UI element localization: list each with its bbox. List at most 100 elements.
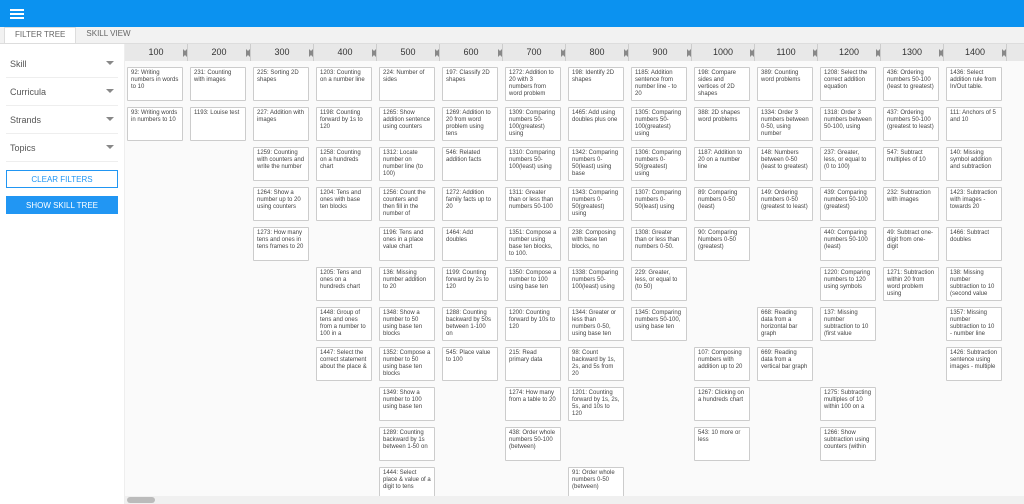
skill-node[interactable]: 1275: Subtracting multiples of 10 within…: [820, 387, 876, 421]
skill-node[interactable]: 1269: Addition to 20 from word problem u…: [442, 107, 498, 141]
canvas[interactable]: 1002003004005006007008009001000110012001…: [125, 44, 1024, 504]
skill-node[interactable]: 89: Comparing numbers 0-50 (least): [694, 187, 750, 221]
skill-node[interactable]: 1204: Tens and ones with base ten blocks: [316, 187, 372, 221]
skill-node[interactable]: 136: Missing number addition to 20: [379, 267, 435, 301]
skill-node[interactable]: 1307: Comparing numbers 0-50(least) usin…: [631, 187, 687, 221]
skill-node[interactable]: 224: Number of sides: [379, 67, 435, 101]
skill-node[interactable]: 1264: Show a number up to 20 using count…: [253, 187, 309, 221]
skill-node[interactable]: 669: Reading data from a vertical bar gr…: [757, 347, 813, 381]
skill-node[interactable]: 1334: Order 3 numbers between 0-50, usin…: [757, 107, 813, 141]
filter-strands[interactable]: Strands: [6, 106, 118, 134]
skill-node[interactable]: 1267: Clicking on a hundreds chart: [694, 387, 750, 421]
skill-node[interactable]: 1349: Show a number to 100 using base te…: [379, 387, 435, 421]
ruler-tick[interactable]: 500: [377, 44, 440, 61]
skill-node[interactable]: 546: Related addition facts: [442, 147, 498, 181]
skill-node[interactable]: 1350: Compose a number to 100 using base…: [505, 267, 561, 301]
skill-node[interactable]: 1305: Comparing numbers 50-100(greatest)…: [631, 107, 687, 141]
ruler-tick[interactable]: 400: [314, 44, 377, 61]
ruler-tick[interactable]: 100: [125, 44, 188, 61]
skill-node[interactable]: 547: Subtract multiples of 10: [883, 147, 939, 181]
ruler-tick[interactable]: 1400: [944, 44, 1007, 61]
skill-node[interactable]: 225: Sorting 2D shapes: [253, 67, 309, 101]
skill-node[interactable]: 1342: Comparing numbers 0-50(least) usin…: [568, 147, 624, 181]
skill-node[interactable]: 1259: Counting with counters and write t…: [253, 147, 309, 181]
skill-node[interactable]: 137: Missing number subtraction to 10 (f…: [820, 307, 876, 341]
skill-node[interactable]: 229: Greater, less, or equal to (to 50): [631, 267, 687, 301]
menu-icon[interactable]: [10, 7, 24, 21]
skill-node[interactable]: 1318: Order 3 numbers between 50-100, us…: [820, 107, 876, 141]
skill-node[interactable]: 440: Comparing numbers 50-100 (least): [820, 227, 876, 261]
skill-node[interactable]: 1351: Compose a number using base ten bl…: [505, 227, 561, 261]
skill-node[interactable]: 389: Counting word problems: [757, 67, 813, 101]
tab-filter-tree[interactable]: FILTER TREE: [4, 27, 76, 43]
skill-node[interactable]: 1344: Greater or less than numbers 0-50,…: [568, 307, 624, 341]
skill-node[interactable]: 92: Writing numbers in words to 10: [127, 67, 183, 101]
ruler-tick[interactable]: 900: [629, 44, 692, 61]
skill-node[interactable]: 1203: Counting on a number line: [316, 67, 372, 101]
ruler-tick[interactable]: 800: [566, 44, 629, 61]
ruler-tick[interactable]: 1000: [692, 44, 755, 61]
skill-node[interactable]: 1220: Comparing numbers to 120 using sym…: [820, 267, 876, 301]
skill-node[interactable]: 437: Ordering numbers 50-100 (greatest t…: [883, 107, 939, 141]
skill-node[interactable]: 1466: Subtract doubles: [946, 227, 1002, 261]
skill-node[interactable]: 227: Addition with images: [253, 107, 309, 141]
skill-node[interactable]: 1258: Counting on a hundreds chart: [316, 147, 372, 181]
skill-node[interactable]: 237: Greater, less, or equal to (0 to 10…: [820, 147, 876, 181]
ruler-tick[interactable]: 300: [251, 44, 314, 61]
skill-node[interactable]: 1352: Compose a number to 50 using base …: [379, 347, 435, 381]
skill-node[interactable]: 1465: Add using doubles plus one: [568, 107, 624, 141]
skill-node[interactable]: 49: Subtract one-digit from one-digit: [883, 227, 939, 261]
skill-node[interactable]: 232: Subtraction with images: [883, 187, 939, 221]
skill-node[interactable]: 93: Writing words in numbers to 10: [127, 107, 183, 141]
skill-node[interactable]: 1273: How many tens and ones in tens fra…: [253, 227, 309, 261]
skill-node[interactable]: 1272: Addition family facts up to 20: [442, 187, 498, 221]
skill-node[interactable]: 1309: Comparing numbers 50-100(greatest)…: [505, 107, 561, 141]
skill-node[interactable]: 436: Ordering numbers 50-100 (least to g…: [883, 67, 939, 101]
ruler-tick[interactable]: 1300: [881, 44, 944, 61]
skill-node[interactable]: 1266: Show subtraction using counters (w…: [820, 427, 876, 461]
ruler-tick[interactable]: 600: [440, 44, 503, 61]
skill-node[interactable]: 1196: Tens and ones in a place value cha…: [379, 227, 435, 261]
skill-node[interactable]: 215: Read primary data: [505, 347, 561, 381]
skill-node[interactable]: 1271: Subtraction within 20 from word pr…: [883, 267, 939, 301]
skill-node[interactable]: 1208: Select the correct addition equati…: [820, 67, 876, 101]
skill-node[interactable]: 1256: Count the counters and then fill i…: [379, 187, 435, 221]
skill-node[interactable]: 1436: Select addition rule from In/Out t…: [946, 67, 1002, 101]
skill-node[interactable]: 1464: Add doubles: [442, 227, 498, 261]
skill-node[interactable]: 1199: Counting forward by 2s to 120: [442, 267, 498, 301]
skill-node[interactable]: 439: Comparing numbers 50-100 (greatest): [820, 187, 876, 221]
skill-node[interactable]: 149: Ordering numbers 0-50 (greatest to …: [757, 187, 813, 221]
skill-node[interactable]: 1343: Comparing numbers 0-50(greatest) u…: [568, 187, 624, 221]
skill-node[interactable]: 1288: Counting backward by 50s between 1…: [442, 307, 498, 341]
skill-node[interactable]: 138: Missing number subtraction to 10 (s…: [946, 267, 1002, 301]
skill-node[interactable]: 1201: Counting forward by 1s, 2s, 5s, an…: [568, 387, 624, 421]
skill-node[interactable]: 1308: Greater than or less than numbers …: [631, 227, 687, 261]
skill-node[interactable]: 148: Numbers between 0-50 (least to grea…: [757, 147, 813, 181]
skill-node[interactable]: 1447: Select the correct statement about…: [316, 347, 372, 381]
clear-filters-button[interactable]: CLEAR FILTERS: [6, 170, 118, 188]
skill-node[interactable]: 1272: Addition to 20 with 3 numbers from…: [505, 67, 561, 101]
filter-curricula[interactable]: Curricula: [6, 78, 118, 106]
skill-node[interactable]: 1198: Counting forward by 1s to 120: [316, 107, 372, 141]
skill-node[interactable]: 1448: Group of tens and ones from a numb…: [316, 307, 372, 341]
ruler-tick[interactable]: 1200: [818, 44, 881, 61]
skill-node[interactable]: 1311: Greater than or less than numbers …: [505, 187, 561, 221]
skill-node[interactable]: 1306: Comparing numbers 0-50(greatest) u…: [631, 147, 687, 181]
skill-node[interactable]: 111: Anchors of 5 and 10: [946, 107, 1002, 141]
skill-node[interactable]: 1310: Comparing numbers 50-100(least) us…: [505, 147, 561, 181]
skill-node[interactable]: 1187: Addition to 20 on a number line: [694, 147, 750, 181]
skill-node[interactable]: 140: Missing symbol addition and subtrac…: [946, 147, 1002, 181]
skill-node[interactable]: 1265: Show addition sentence using count…: [379, 107, 435, 141]
skill-node[interactable]: 1200: Counting forward by 10s to 120: [505, 307, 561, 341]
skill-node[interactable]: 1274: How many from a table to 20: [505, 387, 561, 421]
skill-node[interactable]: 543: 10 more or less: [694, 427, 750, 461]
skill-node[interactable]: 238: Composing with base ten blocks, no: [568, 227, 624, 261]
show-skill-tree-button[interactable]: SHOW SKILL TREE: [6, 196, 118, 214]
skill-node[interactable]: 438: Order whole numbers 50-100 (between…: [505, 427, 561, 461]
skill-node[interactable]: 1357: Missing number subtraction to 10 -…: [946, 307, 1002, 341]
skill-node[interactable]: 90: Comparing Numbers 0-50 (greatest): [694, 227, 750, 261]
scrollbar-thumb[interactable]: [127, 497, 155, 503]
ruler-tick[interactable]: 200: [188, 44, 251, 61]
skill-node[interactable]: 545: Place value to 100: [442, 347, 498, 381]
skill-node[interactable]: 1193: Louise test: [190, 107, 246, 141]
